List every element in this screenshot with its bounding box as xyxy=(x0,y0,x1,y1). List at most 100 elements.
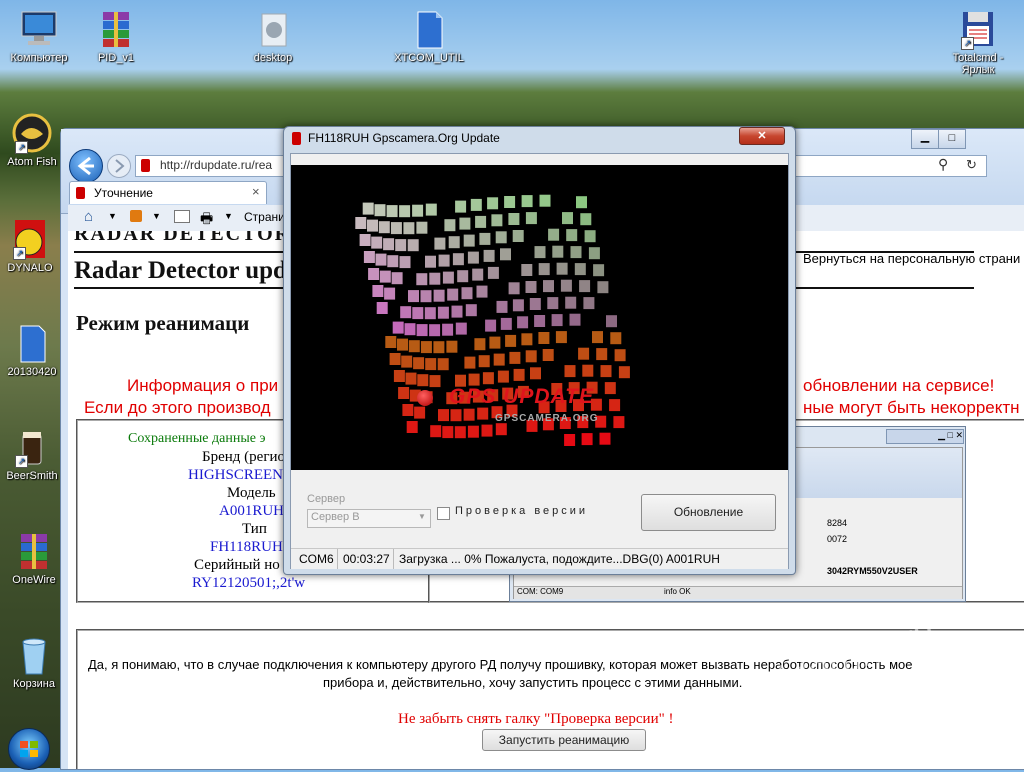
desktop-icon-dynalo[interactable]: ↗ DYNALO xyxy=(0,218,66,274)
serial-value: RY12120501;,2t'w xyxy=(192,575,306,591)
logo-tile xyxy=(588,247,600,260)
logo-tile xyxy=(467,251,479,264)
server-select[interactable]: Сервер В ▼ xyxy=(307,509,431,528)
start-orb-icon[interactable] xyxy=(8,728,50,770)
logo-tile xyxy=(581,433,593,446)
desktop-icon-pid[interactable]: PID_v1 xyxy=(80,8,152,64)
logo-tile xyxy=(393,370,405,382)
beer-icon: ↗ xyxy=(11,426,53,468)
logo-tile xyxy=(538,332,550,344)
refresh-icon[interactable]: ↻ xyxy=(966,157,977,173)
logo-tile xyxy=(529,298,541,310)
logo-tile xyxy=(399,256,411,269)
dialog-app-icon xyxy=(292,132,301,145)
print-icon[interactable]: 🖶 xyxy=(200,208,213,232)
mail-icon[interactable] xyxy=(174,210,190,223)
minimize-button[interactable]: ▁ xyxy=(911,129,939,149)
dropdown-icon[interactable]: ▼ xyxy=(152,211,161,221)
logo-tile xyxy=(513,368,525,381)
logo-tile xyxy=(556,262,568,275)
desktop-icon-label: DYNALO xyxy=(7,262,53,274)
back-arrow-icon xyxy=(77,156,94,176)
maximize-button[interactable]: □ xyxy=(938,129,966,149)
logo-tile xyxy=(609,399,621,412)
logo-wave-graphic xyxy=(355,194,630,446)
logo-tile xyxy=(496,300,508,313)
inner-serial: 3042RYM550V2USER xyxy=(827,566,918,576)
server-label: Сервер xyxy=(307,493,346,505)
desktop-icon-totalcmd[interactable]: ↗ Totalcmd - Ярлык xyxy=(938,8,1018,76)
logo-tile xyxy=(487,266,499,279)
update-button[interactable]: Обновление xyxy=(641,494,776,531)
logo-tile xyxy=(592,331,603,344)
logo-tile xyxy=(539,194,551,207)
desktop-icon-xtcom[interactable]: XTCOM_UTIL xyxy=(393,8,465,64)
logo-tile xyxy=(463,408,475,421)
logo-tile xyxy=(500,317,512,330)
start-reanimation-button[interactable]: Запустить реанимацию xyxy=(482,729,646,751)
tab-active[interactable]: Уточнение × xyxy=(69,181,267,204)
logo-tile xyxy=(614,349,626,362)
logo-banner: GPS UPDATE GPSCAMERA.ORG xyxy=(291,165,788,470)
dialog-close-button[interactable]: ✕ xyxy=(739,127,785,145)
logo-tile xyxy=(448,236,460,249)
logo-tile xyxy=(425,255,436,268)
status-message: Загрузка ... 0% Пожалуста, подождите...D… xyxy=(399,552,720,566)
type-value: FH118RUH xyxy=(210,539,283,555)
desktop-icon-beersmith[interactable]: ↗ BeerSmith xyxy=(0,426,68,482)
logo-tile xyxy=(450,409,462,422)
tab-favicon-icon xyxy=(76,187,85,199)
desktop-icon-label: XTCOM_UTIL xyxy=(394,52,464,64)
logo-tile xyxy=(420,290,432,303)
dropdown-icon[interactable]: ▼ xyxy=(108,211,117,221)
logo-tile xyxy=(429,272,441,285)
feeds-icon[interactable] xyxy=(130,210,142,222)
forward-button[interactable] xyxy=(107,154,131,178)
search-icon[interactable]: ⚲ xyxy=(938,156,948,173)
inner-status-bar: COM: COM9 info OK xyxy=(514,586,962,599)
inner-value: 8284 xyxy=(827,518,848,528)
desktop-icon-20130420[interactable]: 20130420 xyxy=(0,322,68,378)
desktop-icon-atomfish[interactable]: ↗ Atom Fish xyxy=(0,112,68,168)
desktop-icon-desktop[interactable]: desktop xyxy=(237,8,309,64)
logo-tile xyxy=(389,353,401,365)
logo-tile xyxy=(618,366,630,379)
logo-tile xyxy=(416,221,428,234)
logo-tile xyxy=(402,404,414,416)
back-to-personal-link[interactable]: Вернуться на персональную страни xyxy=(803,251,1020,266)
winrar-icon xyxy=(95,8,137,50)
logo-tile xyxy=(454,426,466,439)
logo-tile xyxy=(562,212,573,225)
logo-tile xyxy=(368,268,380,280)
server-select-value: Сервер В xyxy=(311,511,360,523)
logo-tile xyxy=(505,334,517,347)
logo-tile xyxy=(383,238,395,251)
logo-tile xyxy=(570,246,582,259)
inner-status-right: info OK xyxy=(664,587,691,596)
computer-icon xyxy=(18,8,60,50)
check-version-checkbox[interactable] xyxy=(437,507,450,520)
logo-tile xyxy=(509,351,521,364)
logo-tile xyxy=(512,299,524,312)
logo-tile xyxy=(391,272,403,285)
logo-title: GPS UPDATE xyxy=(449,385,594,408)
desktop-icon-computer[interactable]: Компьютер xyxy=(3,8,75,64)
logo-tile xyxy=(543,280,554,293)
back-button[interactable] xyxy=(69,149,103,183)
logo-tile xyxy=(613,416,625,429)
logo-tile xyxy=(508,282,520,295)
fish-icon: ↗ xyxy=(11,112,53,154)
logo-tile xyxy=(606,315,617,328)
logo-tile xyxy=(444,219,456,232)
logo-tile xyxy=(384,287,396,300)
page-menu[interactable]: Страни xyxy=(244,210,285,224)
dropdown-icon[interactable]: ▼ xyxy=(224,211,233,221)
tab-close-icon[interactable]: × xyxy=(252,184,260,199)
folder-icon xyxy=(252,8,294,50)
logo-tile xyxy=(538,263,550,276)
logo-tile xyxy=(547,297,559,310)
home-icon[interactable]: ⌂ xyxy=(84,208,93,225)
info-line-2-right: ные могут быть некорректн xyxy=(803,398,1020,417)
dialog-title: FH118RUH Gpscamera.Org Update xyxy=(308,131,500,145)
model-label: Модель xyxy=(227,485,276,501)
